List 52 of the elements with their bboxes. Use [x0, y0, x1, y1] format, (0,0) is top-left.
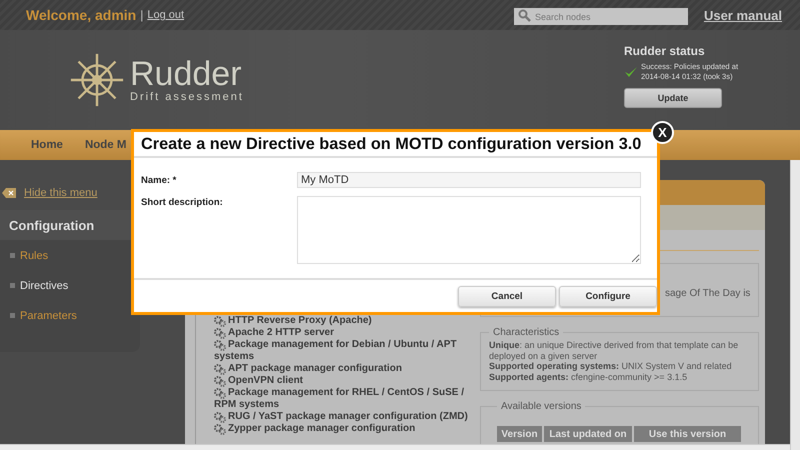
sidebar-item[interactable]: Parameters [0, 301, 140, 330]
status-title: Rudder status [624, 44, 706, 58]
search-field[interactable]: Search nodes [514, 8, 688, 25]
separator-text: | [140, 8, 144, 22]
column-header: Version [497, 426, 542, 442]
nav-item[interactable]: Node M [84, 139, 126, 151]
dialog-button[interactable]: Configure [559, 286, 657, 306]
sidebar-item[interactable]: Directives [0, 271, 140, 300]
sidebar-item[interactable]: Rules [0, 241, 140, 270]
gears-icon [214, 412, 226, 423]
horizontal-scrollbar[interactable] [0, 444, 790, 450]
gears-icon [214, 364, 226, 375]
checkmark-icon [624, 65, 638, 79]
user-manual-link[interactable]: User manual [704, 8, 782, 22]
tree-item[interactable]: Package management for Debian / Ubuntu / APT systems [214, 339, 476, 363]
tree-item[interactable]: OpenVPN client [214, 375, 476, 387]
logo-name: Rudder [130, 57, 243, 91]
tree-item[interactable]: HTTP Reverse Proxy (Apache) [214, 315, 476, 327]
field-label: Short description: [141, 196, 224, 210]
characteristic-text: Supported agents: cfengine-community >= 3.1.5 [489, 372, 688, 382]
nav-item[interactable]: Home [31, 139, 63, 151]
hide-menu-link[interactable]: Hide this menu [24, 187, 98, 199]
tree-item[interactable]: Package management for RHEL / CentOS / SuSE / RPM systems [214, 387, 476, 411]
hide-menu-icon [2, 188, 16, 198]
logout-link[interactable]: Log out [147, 9, 184, 21]
name-field[interactable]: My MoTD [297, 172, 641, 188]
characteristics-legend: Characteristics [489, 327, 564, 338]
description-field[interactable] [297, 196, 641, 264]
welcome-text: Welcome, admin [26, 7, 136, 23]
gears-icon [214, 316, 226, 327]
field-label: Name: * [141, 174, 178, 188]
gears-icon [214, 376, 226, 387]
tree-item[interactable]: APT package manager configuration [214, 363, 476, 375]
search-icon [518, 8, 531, 22]
tree-item[interactable]: Apache 2 HTTP server [214, 327, 476, 339]
logo-tagline: Drift assessment [130, 91, 244, 103]
description-text: sage Of The Day is [665, 288, 750, 299]
gears-icon [214, 424, 226, 435]
vertical-scrollbar[interactable] [790, 160, 800, 450]
gears-icon [214, 388, 226, 399]
versions-legend: Available versions [497, 401, 586, 412]
gears-icon [214, 340, 226, 351]
dialog-button[interactable]: Cancel [458, 286, 556, 306]
gears-icon [214, 328, 226, 339]
update-button[interactable]: Update [624, 88, 722, 108]
characteristic-text: Supported operating systems: UNIX System V and related [489, 361, 733, 372]
characteristic-text: Unique: an unique Directive derived from that template can be deployed on a given server [489, 340, 740, 361]
ship-wheel-logo-icon [68, 51, 126, 109]
tree-item[interactable]: RUG / YaST package manager configuration (ZMD) [214, 411, 476, 423]
tree-item[interactable]: Zypper package manager configuration [214, 423, 476, 435]
column-header: Use this version [634, 426, 741, 442]
column-header: Last updated on [544, 426, 632, 442]
